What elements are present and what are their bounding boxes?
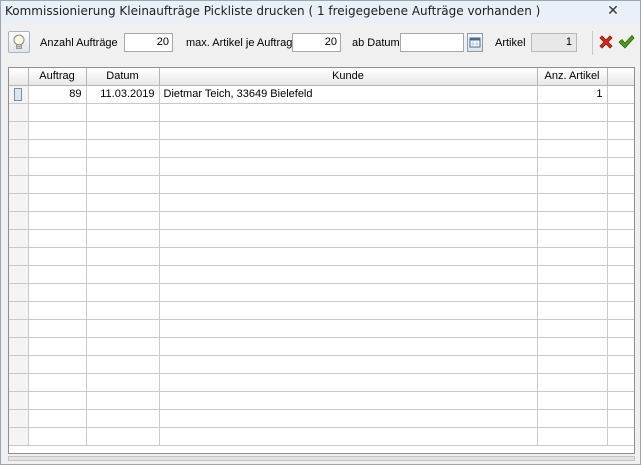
row-selector[interactable] xyxy=(9,84,29,104)
empty-row xyxy=(9,138,634,158)
column-header-datum[interactable]: Datum xyxy=(85,68,160,86)
toolbar-separator xyxy=(592,31,593,55)
horizontal-scrollbar[interactable] xyxy=(8,456,635,461)
window-title: Kommissionierung Kleinaufträge Pickliste… xyxy=(5,4,541,18)
column-header-anz-artikel[interactable]: Anz. Artikel xyxy=(536,68,608,86)
ab-datum-label: ab Datum xyxy=(352,37,400,49)
cell-datum[interactable]: 11.03.2019 xyxy=(85,84,160,104)
empty-row xyxy=(9,282,634,302)
empty-row xyxy=(9,300,634,320)
anzahl-auftraege-input[interactable]: 20 xyxy=(124,33,173,52)
header-indicator xyxy=(9,68,29,86)
max-artikel-label: max. Artikel je Auftrag xyxy=(186,37,293,49)
max-artikel-input[interactable]: 20 xyxy=(292,33,341,52)
toolbar: Anzahl Aufträge 20 max. Artikel je Auftr… xyxy=(1,27,640,59)
dialog-window: Kommissionierung Kleinaufträge Pickliste… xyxy=(0,0,641,465)
cancel-button[interactable] xyxy=(597,33,615,51)
column-header-auftrag[interactable]: Auftrag xyxy=(27,68,87,86)
order-grid: Auftrag Datum Kunde Anz. Artikel 89 11.0… xyxy=(8,67,635,454)
empty-row xyxy=(9,102,634,122)
artikel-count-field: 1 xyxy=(531,33,577,52)
cell-anz-artikel[interactable]: 1 xyxy=(536,84,608,104)
empty-row xyxy=(9,336,634,356)
ok-button[interactable] xyxy=(617,33,635,51)
cell-auftrag[interactable]: 89 xyxy=(27,84,87,104)
cell-extra xyxy=(606,84,634,104)
empty-row xyxy=(9,372,634,392)
column-header-kunde[interactable]: Kunde xyxy=(158,68,538,86)
close-button[interactable]: ✕ xyxy=(591,1,635,21)
empty-row xyxy=(9,174,634,194)
ab-datum-input[interactable] xyxy=(400,33,464,52)
title-bar: Kommissionierung Kleinaufträge Pickliste… xyxy=(1,1,640,23)
hint-button[interactable] xyxy=(8,31,30,53)
lightbulb-icon xyxy=(13,34,25,49)
empty-row xyxy=(9,390,634,410)
grid-header-row: Auftrag Datum Kunde Anz. Artikel xyxy=(9,68,634,86)
green-check-icon xyxy=(618,34,635,49)
empty-row xyxy=(9,264,634,284)
cell-kunde[interactable]: Dietmar Teich, 33649 Bielefeld xyxy=(158,84,538,104)
empty-row xyxy=(9,228,634,248)
table-row[interactable]: 89 11.03.2019 Dietmar Teich, 33649 Biele… xyxy=(9,84,634,104)
empty-row xyxy=(9,120,634,140)
empty-row xyxy=(9,354,634,374)
artikel-label: Artikel xyxy=(495,37,526,49)
column-header-extra xyxy=(606,68,634,86)
empty-row xyxy=(9,156,634,176)
empty-row xyxy=(9,408,634,428)
row-selector-marker xyxy=(14,87,23,101)
calendar-button[interactable] xyxy=(467,33,483,52)
empty-row xyxy=(9,318,634,338)
empty-row xyxy=(9,192,634,212)
empty-row xyxy=(9,246,634,266)
empty-row xyxy=(9,210,634,230)
empty-row xyxy=(9,426,634,446)
red-x-icon xyxy=(599,35,613,49)
anzahl-auftraege-label: Anzahl Aufträge xyxy=(40,37,118,49)
calendar-icon xyxy=(469,37,481,48)
order-table: Auftrag Datum Kunde Anz. Artikel 89 11.0… xyxy=(9,68,634,446)
